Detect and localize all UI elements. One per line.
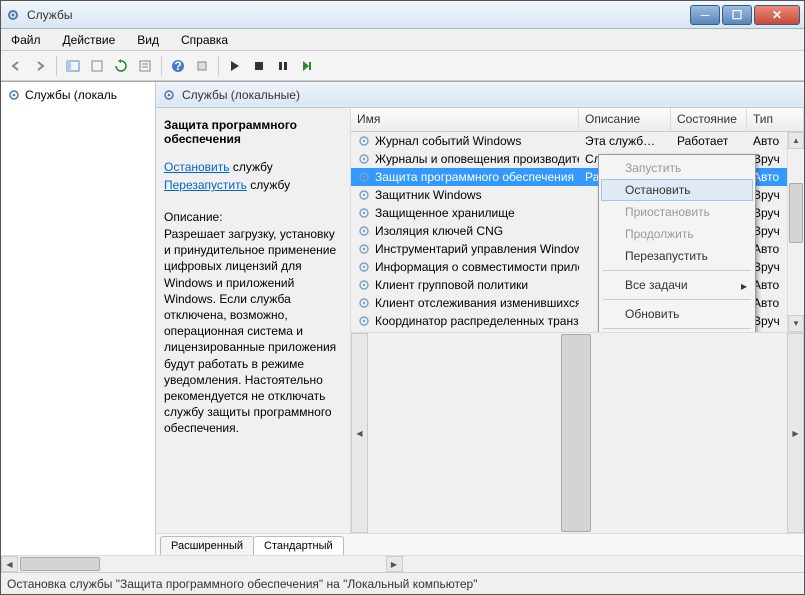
export-button[interactable]	[86, 55, 108, 77]
scroll-right-icon[interactable]: ▶	[787, 333, 804, 533]
scroll-thumb[interactable]	[789, 183, 803, 243]
titlebar[interactable]: Службы ─ ☐ ✕	[1, 1, 804, 29]
start-service-button[interactable]	[224, 55, 246, 77]
gear-icon	[357, 224, 371, 238]
menu-file[interactable]: Файл	[7, 31, 45, 49]
refresh-button[interactable]	[110, 55, 132, 77]
ctx-refresh[interactable]: Обновить	[601, 303, 753, 325]
restart-link[interactable]: Перезапустить	[164, 178, 247, 192]
gear-icon	[357, 296, 371, 310]
gear-icon	[357, 152, 371, 166]
description-label: Описание:	[164, 210, 342, 224]
gear-icon	[357, 260, 371, 274]
gear-icon	[162, 88, 176, 102]
close-button[interactable]: ✕	[754, 5, 800, 25]
gear-icon	[357, 242, 371, 256]
ctx-continue[interactable]: Продолжить	[601, 223, 753, 245]
pane-header: Службы (локальные)	[156, 82, 804, 108]
col-type[interactable]: Тип	[747, 108, 804, 131]
gear-icon	[357, 134, 371, 148]
tree-pane: Службы (локаль	[1, 82, 156, 555]
stop-service-button[interactable]	[248, 55, 270, 77]
scroll-up-icon[interactable]: ▲	[788, 132, 804, 149]
column-headers: Имя Описание Состояние Тип	[351, 108, 804, 132]
tree-root-services[interactable]: Службы (локаль	[5, 86, 151, 104]
vertical-scrollbar[interactable]: ▲ ▼	[787, 132, 804, 332]
back-button[interactable]	[5, 55, 27, 77]
service-row[interactable]: Журнал событий Windows Эта служб…Работает…	[351, 132, 804, 150]
col-name[interactable]: Имя	[351, 108, 579, 131]
menu-help[interactable]: Справка	[177, 31, 232, 49]
col-state[interactable]: Состояние	[671, 108, 747, 131]
service-name: Защищенное хранилище	[375, 206, 515, 220]
service-name: Инструментарий управления Windows	[375, 242, 579, 256]
right-pane: Службы (локальные) Защита программного о…	[156, 82, 804, 555]
service-name: Изоляция ключей CNG	[375, 224, 503, 238]
scroll-thumb[interactable]	[561, 334, 591, 532]
scroll-left-icon[interactable]: ◀	[351, 333, 368, 533]
ctx-all-tasks[interactable]: Все задачи▸	[601, 274, 753, 296]
ctx-stop[interactable]: Остановить	[601, 179, 753, 201]
service-rows: Журнал событий Windows Эта служб…Работает…	[351, 132, 804, 332]
service-name: Защита программного обеспечения	[375, 170, 574, 184]
service-name: Клиент отслеживания изменившихся …	[375, 296, 579, 310]
description-text: Разрешает загрузку, установку и принудит…	[164, 226, 342, 436]
list-horizontal-scrollbar[interactable]: ◀ ▶	[351, 332, 804, 533]
context-menu: Запустить Остановить Приостановить Продо…	[598, 154, 756, 332]
show-hide-tree-button[interactable]	[62, 55, 84, 77]
ctx-restart[interactable]: Перезапустить	[601, 245, 753, 267]
ctx-start[interactable]: Запустить	[601, 157, 753, 179]
gear-icon	[357, 188, 371, 202]
app-gear-icon	[5, 7, 21, 23]
col-desc[interactable]: Описание	[579, 108, 671, 131]
gear-icon	[357, 314, 371, 328]
restart-service-button[interactable]	[296, 55, 318, 77]
menu-action[interactable]: Действие	[59, 31, 120, 49]
svg-text:?: ?	[174, 59, 181, 73]
statusbar: Остановка службы "Защита программного об…	[1, 572, 804, 594]
service-state: Работает	[671, 133, 747, 149]
forward-button[interactable]	[29, 55, 51, 77]
tool-icon[interactable]	[191, 55, 213, 77]
view-tabs: Расширенный Стандартный	[156, 533, 804, 555]
pane-title: Службы (локальные)	[182, 88, 300, 102]
chevron-right-icon: ▸	[741, 279, 747, 293]
status-text: Остановка службы "Защита программного об…	[7, 577, 477, 591]
scroll-right-icon[interactable]: ▶	[386, 556, 403, 572]
service-name: Клиент групповой политики	[375, 278, 528, 292]
service-list: Имя Описание Состояние Тип Журнал событи…	[351, 108, 804, 533]
service-name: Информация о совместимости прило…	[375, 260, 579, 274]
window-title: Службы	[27, 8, 690, 22]
selected-service-title: Защита программного обеспечения	[164, 118, 342, 146]
tree-horizontal-scrollbar[interactable]: ◀ ▶	[1, 555, 403, 572]
tab-standard[interactable]: Стандартный	[253, 536, 344, 555]
description-pane: Защита программного обеспечения Останови…	[156, 108, 351, 533]
gear-icon	[357, 206, 371, 220]
ctx-pause[interactable]: Приостановить	[601, 201, 753, 223]
service-name: Защитник Windows	[375, 188, 482, 202]
service-name: Журналы и оповещения производите…	[375, 152, 579, 166]
toolbar: ?	[1, 51, 804, 81]
tree-root-label: Службы (локаль	[25, 88, 117, 102]
service-name: Координатор распределенных транзак…	[375, 314, 579, 328]
menubar: Файл Действие Вид Справка	[1, 29, 804, 51]
gear-icon	[7, 88, 21, 102]
gear-icon	[357, 170, 371, 184]
service-desc: Эта служб…	[579, 133, 671, 149]
services-window: Службы ─ ☐ ✕ Файл Действие Вид Справка ?	[0, 0, 805, 595]
pause-service-button[interactable]	[272, 55, 294, 77]
scroll-thumb[interactable]	[20, 557, 100, 571]
scroll-left-icon[interactable]: ◀	[1, 556, 18, 572]
minimize-button[interactable]: ─	[690, 5, 720, 25]
properties-button[interactable]	[134, 55, 156, 77]
maximize-button[interactable]: ☐	[722, 5, 752, 25]
gear-icon	[357, 278, 371, 292]
scroll-down-icon[interactable]: ▼	[788, 315, 804, 332]
menu-view[interactable]: Вид	[133, 31, 163, 49]
content-area: Службы (локаль Службы (локальные) Защита…	[1, 81, 804, 555]
help-icon[interactable]: ?	[167, 55, 189, 77]
tab-extended[interactable]: Расширенный	[160, 536, 254, 555]
stop-link[interactable]: Остановить	[164, 160, 230, 174]
service-name: Журнал событий Windows	[375, 134, 521, 148]
